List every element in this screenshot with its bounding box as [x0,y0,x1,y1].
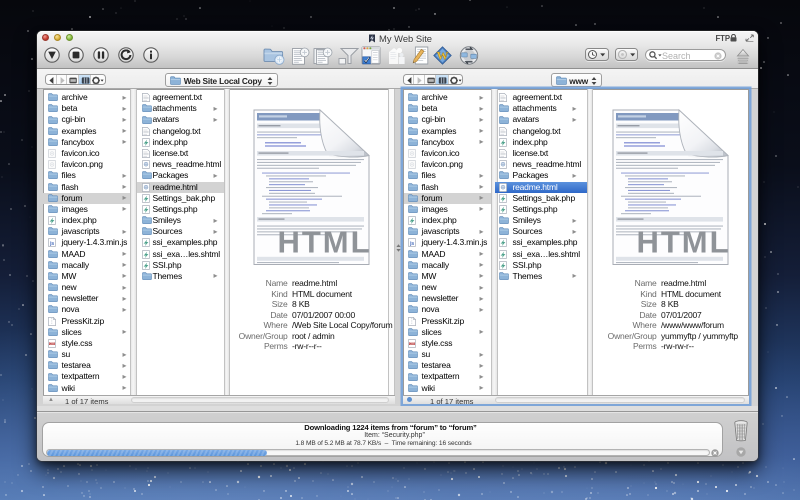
svg-text:js: js [408,241,413,247]
svg-text:HTML: HTML [636,225,730,260]
svg-text:HTML: HTML [277,225,371,260]
svg-text:CSS: CSS [49,342,54,346]
svg-text:W: W [437,49,449,63]
svg-text:js: js [48,241,53,247]
